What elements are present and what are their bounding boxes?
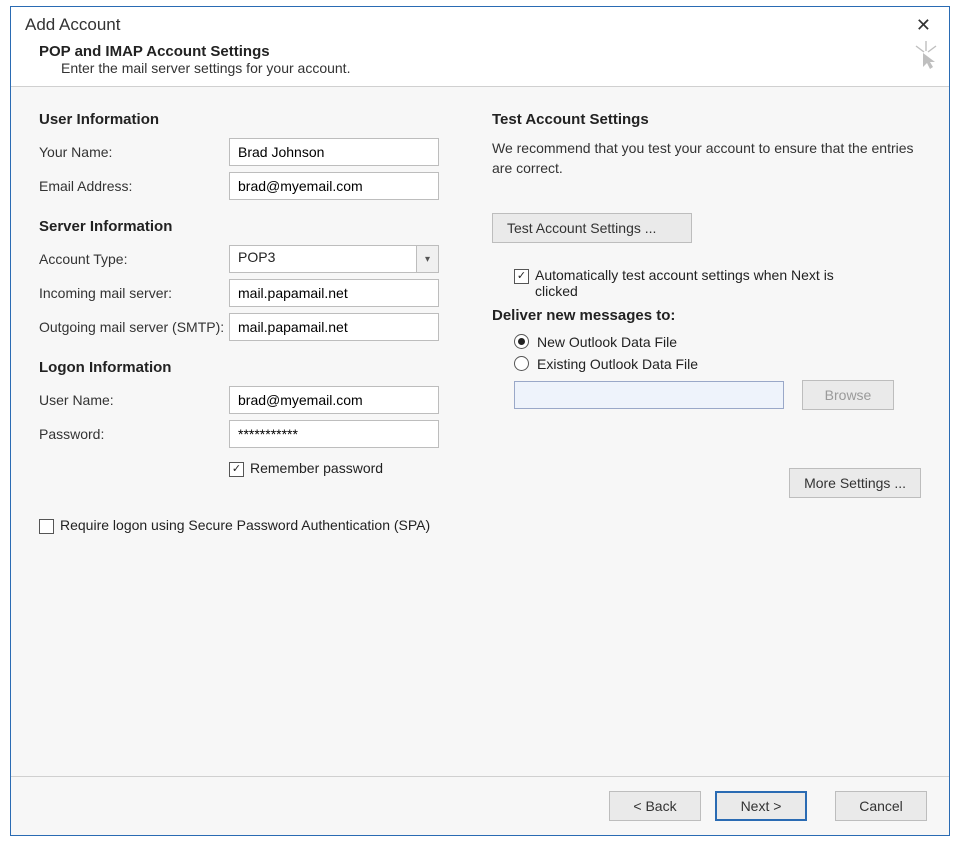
subheader: POP and IMAP Account Settings Enter the … bbox=[11, 41, 949, 87]
next-button[interactable]: Next > bbox=[715, 791, 807, 821]
radio-unselected-icon bbox=[514, 356, 529, 371]
email-label: Email Address: bbox=[39, 178, 229, 194]
account-type-value: POP3 bbox=[230, 246, 416, 272]
more-settings-button[interactable]: More Settings ... bbox=[789, 468, 921, 498]
titlebar: Add Account ✕ bbox=[11, 7, 949, 41]
existing-data-file-label: Existing Outlook Data File bbox=[537, 356, 698, 372]
wizard-footer: < Back Next > Cancel bbox=[11, 776, 949, 835]
password-field[interactable] bbox=[229, 420, 439, 448]
spa-checkbox[interactable]: ✓ Require logon using Secure Password Au… bbox=[39, 517, 468, 534]
test-settings-heading: Test Account Settings bbox=[492, 111, 921, 128]
your-name-field[interactable] bbox=[229, 138, 439, 166]
browse-button[interactable]: Browse bbox=[802, 380, 894, 410]
remember-password-checkbox[interactable]: ✓ Remember password bbox=[229, 460, 383, 477]
username-label: User Name: bbox=[39, 392, 229, 408]
logon-info-heading: Logon Information bbox=[39, 359, 468, 376]
add-account-window: Add Account ✕ POP and IMAP Account Setti… bbox=[10, 6, 950, 836]
cancel-button[interactable]: Cancel bbox=[835, 791, 927, 821]
cursor-icon bbox=[913, 41, 939, 78]
remember-password-label: Remember password bbox=[250, 460, 383, 476]
radio-selected-icon bbox=[514, 334, 529, 349]
form-body: User Information Your Name: Email Addres… bbox=[11, 87, 949, 776]
checkbox-checked-icon: ✓ bbox=[229, 462, 244, 477]
email-field[interactable] bbox=[229, 172, 439, 200]
deliver-heading: Deliver new messages to: bbox=[492, 307, 921, 324]
auto-test-label: Automatically test account settings when… bbox=[535, 267, 865, 299]
right-column: Test Account Settings We recommend that … bbox=[492, 109, 921, 766]
close-icon[interactable]: ✕ bbox=[912, 16, 935, 34]
checkbox-checked-icon: ✓ bbox=[514, 269, 529, 284]
account-type-label: Account Type: bbox=[39, 251, 229, 267]
checkbox-unchecked-icon: ✓ bbox=[39, 519, 54, 534]
account-type-select[interactable]: POP3 ▾ bbox=[229, 245, 439, 273]
auto-test-checkbox[interactable]: ✓ Automatically test account settings wh… bbox=[514, 267, 921, 299]
username-field[interactable] bbox=[229, 386, 439, 414]
incoming-server-field[interactable] bbox=[229, 279, 439, 307]
existing-file-path-field[interactable] bbox=[514, 381, 784, 409]
spa-label: Require logon using Secure Password Auth… bbox=[60, 517, 430, 533]
page-subtitle: POP and IMAP Account Settings bbox=[25, 43, 935, 60]
existing-data-file-radio[interactable]: Existing Outlook Data File bbox=[514, 356, 921, 372]
chevron-down-icon: ▾ bbox=[416, 246, 438, 272]
page-description: Enter the mail server settings for your … bbox=[25, 60, 935, 76]
new-data-file-label: New Outlook Data File bbox=[537, 334, 677, 350]
new-data-file-radio[interactable]: New Outlook Data File bbox=[514, 334, 921, 350]
test-settings-desc: We recommend that you test your account … bbox=[492, 138, 921, 179]
left-column: User Information Your Name: Email Addres… bbox=[39, 109, 468, 766]
outgoing-server-field[interactable] bbox=[229, 313, 439, 341]
server-info-heading: Server Information bbox=[39, 218, 468, 235]
test-account-settings-button[interactable]: Test Account Settings ... bbox=[492, 213, 692, 243]
incoming-label: Incoming mail server: bbox=[39, 285, 229, 301]
user-info-heading: User Information bbox=[39, 111, 468, 128]
back-button[interactable]: < Back bbox=[609, 791, 701, 821]
your-name-label: Your Name: bbox=[39, 144, 229, 160]
outgoing-label: Outgoing mail server (SMTP): bbox=[39, 319, 229, 335]
password-label: Password: bbox=[39, 426, 229, 442]
window-title: Add Account bbox=[25, 15, 120, 35]
